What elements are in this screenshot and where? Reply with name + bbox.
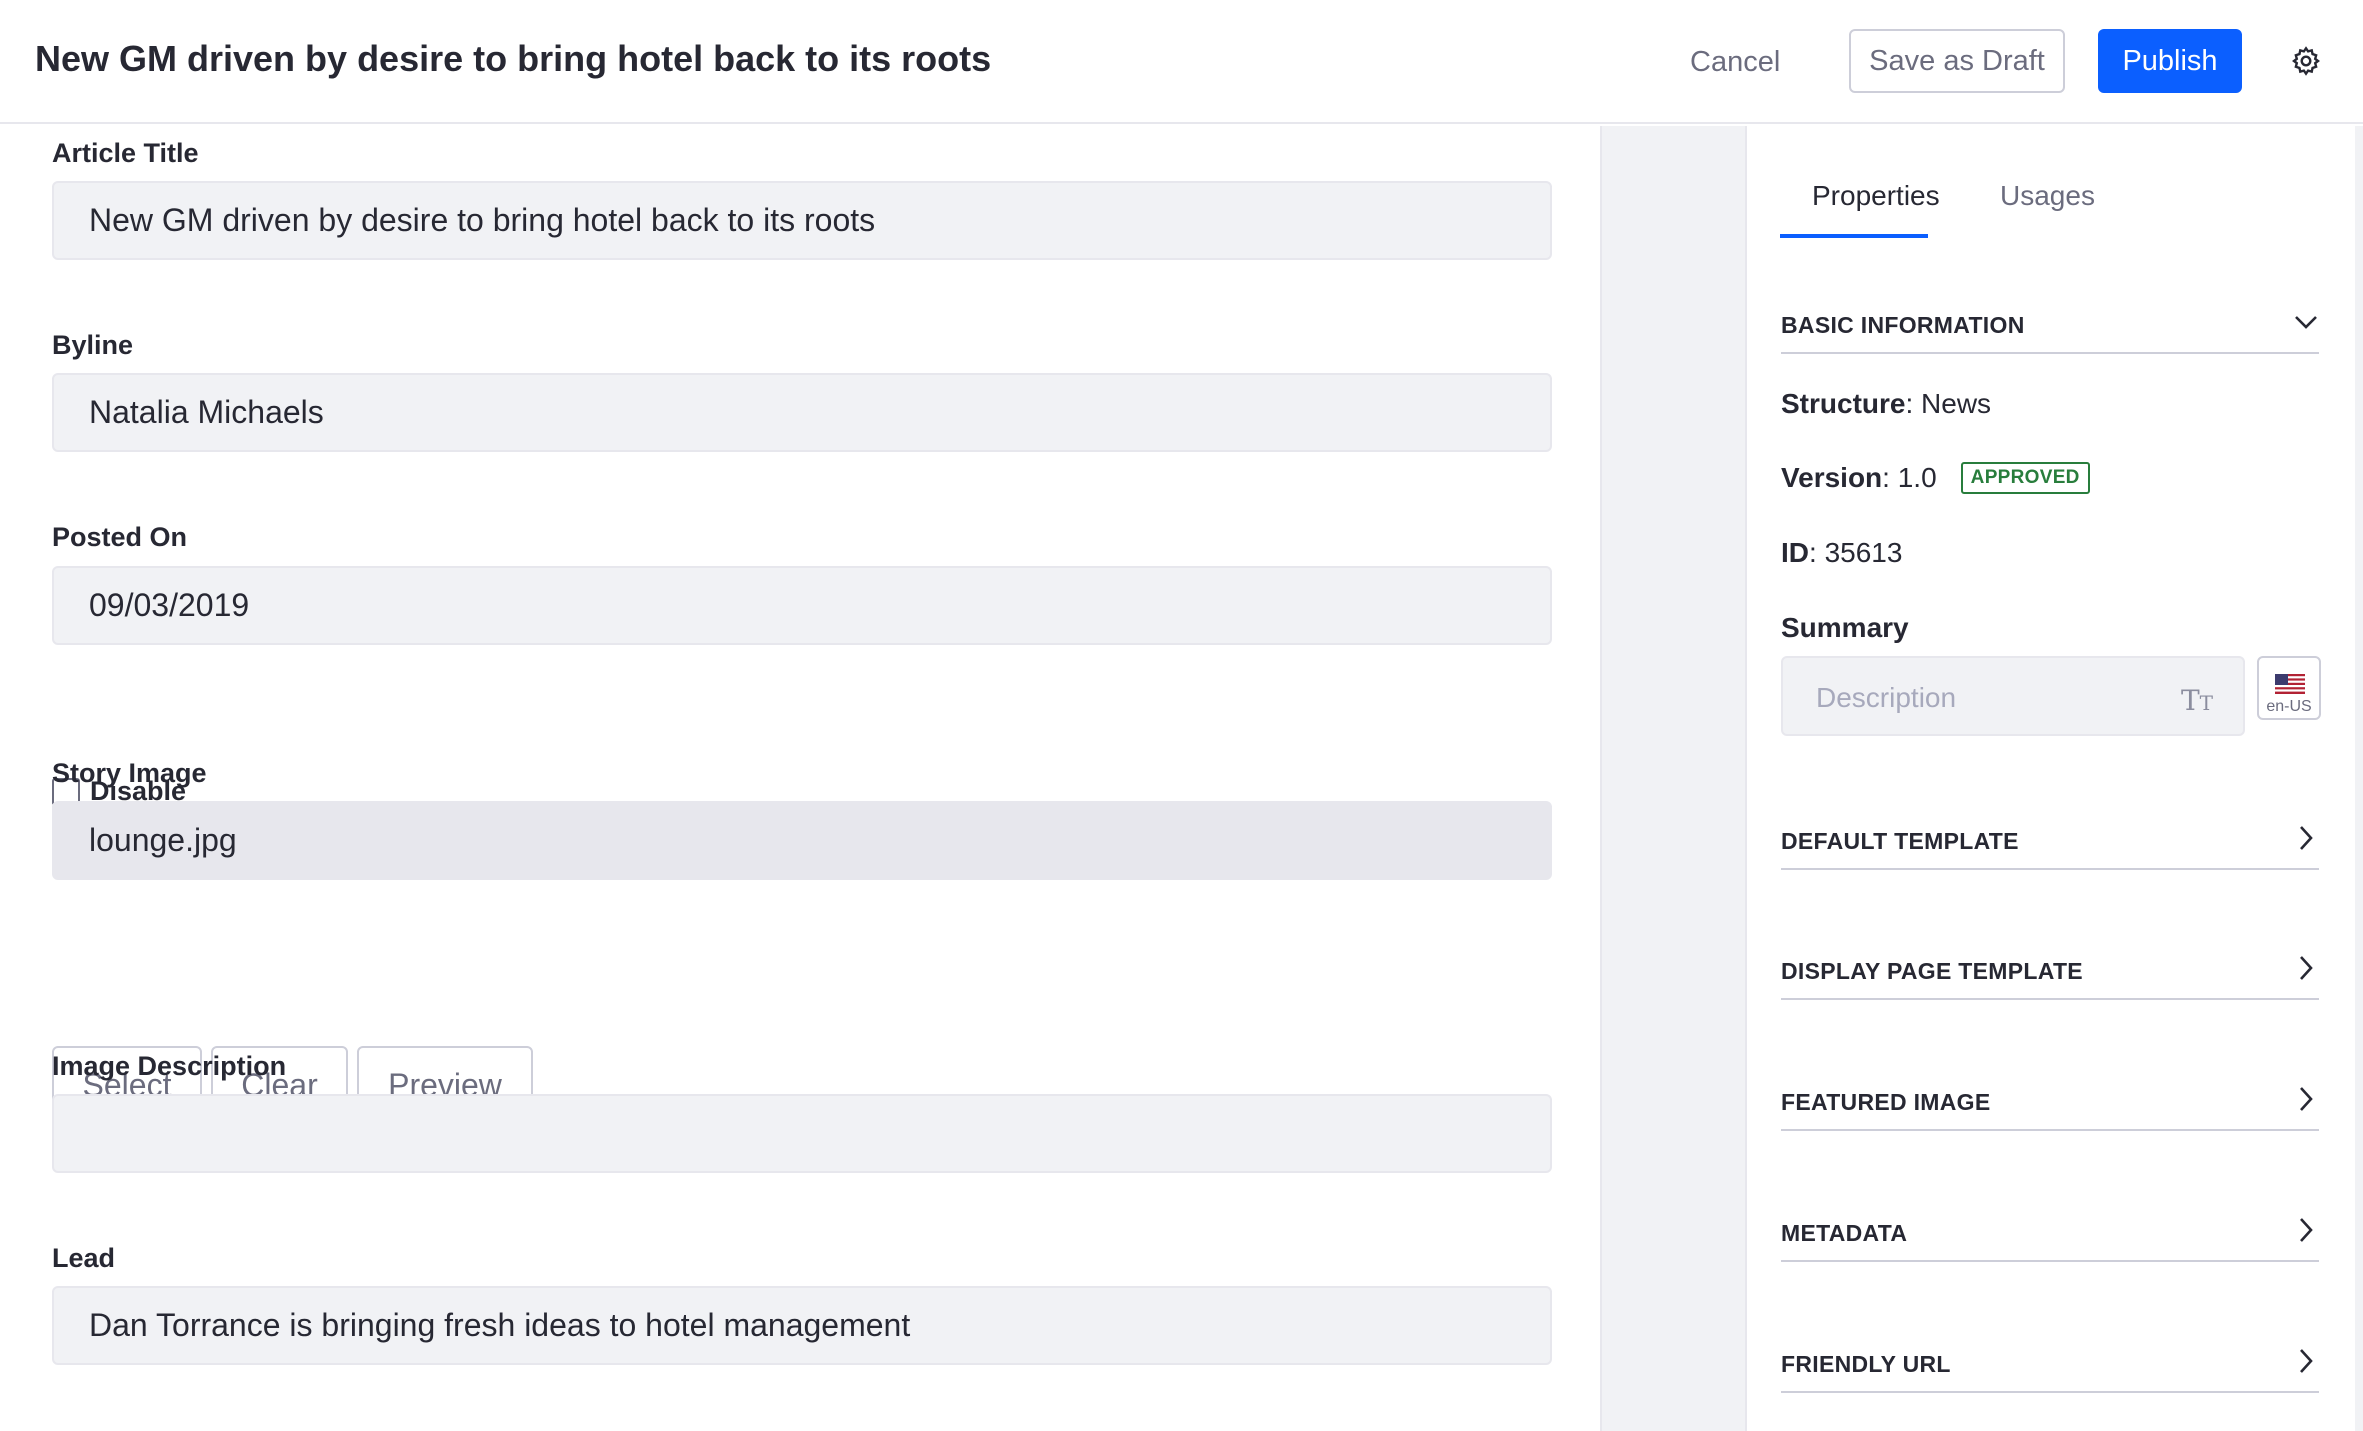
chevron-down-icon bbox=[2295, 316, 2317, 329]
active-tab-indicator bbox=[1780, 234, 1928, 238]
save-as-draft-button[interactable]: Save as Draft bbox=[1849, 29, 2065, 93]
language-code: en-US bbox=[2266, 698, 2312, 715]
publish-button[interactable]: Publish bbox=[2098, 29, 2242, 93]
panel-basic-information-title: BASIC INFORMATION bbox=[1781, 312, 2025, 338]
summary-placeholder: Description bbox=[1816, 682, 1957, 713]
top-toolbar: New GM driven by desire to bring hotel b… bbox=[0, 0, 2363, 124]
gear-icon[interactable] bbox=[2290, 45, 2322, 77]
posted-on-date-input[interactable]: 09/03/2019 bbox=[52, 566, 1552, 645]
version-row: Version: 1.0 APPROVED bbox=[1781, 462, 2090, 494]
panel-default-template-title: DEFAULT TEMPLATE bbox=[1781, 828, 2019, 854]
chevron-right-icon bbox=[2300, 826, 2313, 850]
version-label: Version bbox=[1781, 462, 1883, 493]
form-gutter bbox=[1600, 126, 1747, 1431]
panel-friendly-url-title: FRIENDLY URL bbox=[1781, 1351, 1951, 1377]
id-label: ID bbox=[1781, 537, 1809, 568]
structure-row: Structure: News bbox=[1781, 388, 1992, 419]
chevron-right-icon bbox=[2300, 1218, 2313, 1242]
image-description-label: Image Description bbox=[52, 1051, 287, 1081]
text-format-icon[interactable]: TT bbox=[2181, 684, 2213, 717]
article-title-input[interactable]: New GM driven by desire to bring hotel b… bbox=[52, 181, 1552, 260]
id-row: ID: 35613 bbox=[1781, 537, 1903, 568]
us-flag-icon bbox=[2275, 674, 2305, 694]
tab-properties[interactable]: Properties bbox=[1812, 180, 1940, 212]
lead-label: Lead bbox=[52, 1243, 116, 1273]
cancel-button[interactable]: Cancel bbox=[1690, 37, 1780, 87]
summary-label: Summary bbox=[1781, 612, 1909, 643]
status-badge: APPROVED bbox=[1960, 462, 2090, 494]
structure-label: Structure bbox=[1781, 388, 1906, 419]
language-selector-button[interactable]: en-US bbox=[2257, 656, 2321, 720]
panel-featured-image[interactable]: FEATURED IMAGE bbox=[1781, 1081, 2319, 1131]
posted-on-label: Posted On bbox=[52, 522, 188, 552]
panel-metadata-title: METADATA bbox=[1781, 1220, 1908, 1246]
chevron-right-icon bbox=[2300, 1349, 2313, 1373]
story-image-label: Story Image bbox=[52, 758, 207, 788]
structure-value: News bbox=[1921, 388, 1992, 419]
summary-input[interactable]: Description TT bbox=[1781, 656, 2245, 736]
panel-friendly-url[interactable]: FRIENDLY URL bbox=[1781, 1343, 2319, 1393]
chevron-right-icon bbox=[2300, 1087, 2313, 1111]
panel-display-page-template[interactable]: DISPLAY PAGE TEMPLATE bbox=[1781, 950, 2319, 1000]
image-description-input[interactable] bbox=[52, 1094, 1552, 1173]
panel-featured-image-title: FEATURED IMAGE bbox=[1781, 1089, 1991, 1115]
version-value: 1.0 bbox=[1897, 462, 1937, 493]
byline-input[interactable]: Natalia Michaels bbox=[52, 373, 1552, 452]
story-image-input: lounge.jpg bbox=[52, 801, 1552, 880]
id-value: 35613 bbox=[1824, 537, 1903, 568]
page-title: New GM driven by desire to bring hotel b… bbox=[35, 38, 992, 79]
byline-label: Byline bbox=[52, 330, 134, 360]
panel-default-template[interactable]: DEFAULT TEMPLATE bbox=[1781, 820, 2319, 870]
tab-usages[interactable]: Usages bbox=[2000, 180, 2095, 212]
article-title-label: Article Title bbox=[52, 138, 199, 168]
panel-display-page-template-title: DISPLAY PAGE TEMPLATE bbox=[1781, 958, 2083, 984]
lead-input[interactable]: Dan Torrance is bringing fresh ideas to … bbox=[52, 1286, 1552, 1365]
sidebar-scrollbar[interactable] bbox=[2355, 126, 2363, 1431]
panel-basic-information[interactable]: BASIC INFORMATION bbox=[1781, 304, 2319, 354]
article-form: Article Title New GM driven by desire to… bbox=[0, 126, 1600, 1431]
chevron-right-icon bbox=[2300, 956, 2313, 980]
panel-metadata[interactable]: METADATA bbox=[1781, 1212, 2319, 1262]
properties-sidebar: Properties Usages BASIC INFORMATION Stru… bbox=[1747, 126, 2355, 1431]
